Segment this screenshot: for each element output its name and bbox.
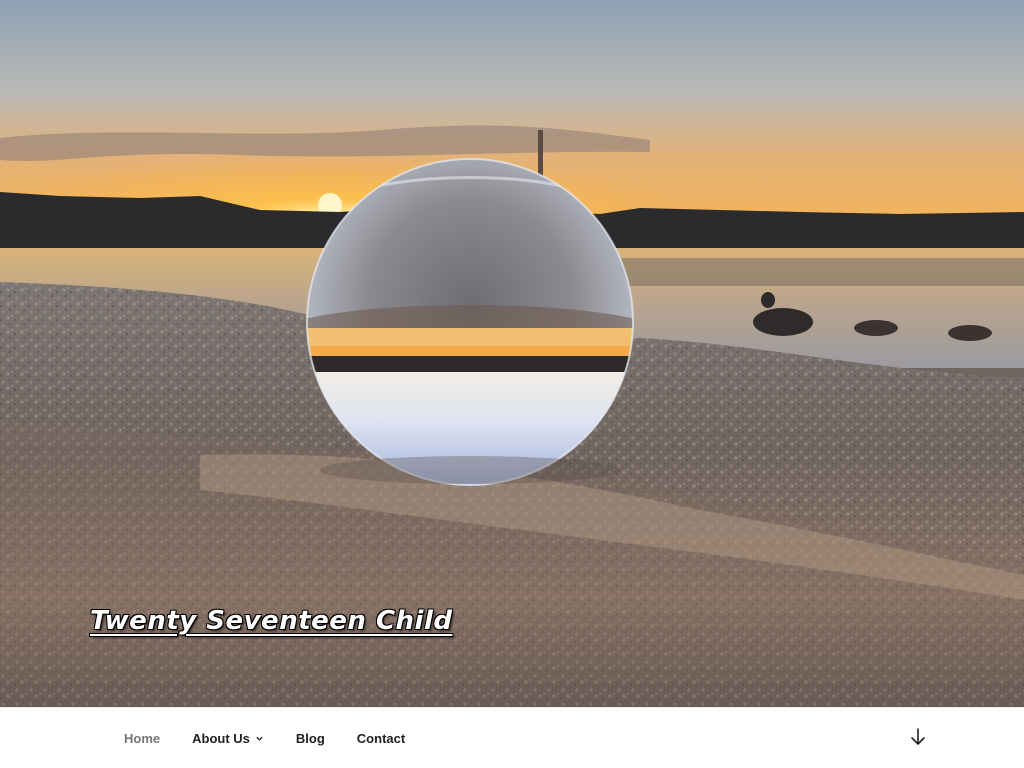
chevron-down-icon bbox=[256, 736, 263, 741]
header-photo bbox=[0, 0, 1024, 707]
nav-item-label: Contact bbox=[356, 730, 406, 746]
nav-item-about-us[interactable]: About Us bbox=[176, 731, 280, 746]
nav-item-label: Home bbox=[124, 730, 161, 746]
nav-item-label: Blog bbox=[295, 730, 325, 746]
arrow-down-icon[interactable] bbox=[908, 726, 928, 748]
nav-item-label: About Us bbox=[192, 730, 250, 746]
nav-item-home[interactable]: Home bbox=[108, 731, 176, 746]
nav-item-blog[interactable]: Blog bbox=[280, 731, 341, 746]
header-image bbox=[0, 0, 1024, 707]
nav-menu: Home About Us Blog Contact bbox=[108, 708, 421, 768]
main-navigation: Home About Us Blog Contact bbox=[0, 707, 1024, 768]
nav-item-contact[interactable]: Contact bbox=[341, 731, 421, 746]
site-title[interactable]: Twenty Seventeen Child bbox=[90, 606, 452, 636]
